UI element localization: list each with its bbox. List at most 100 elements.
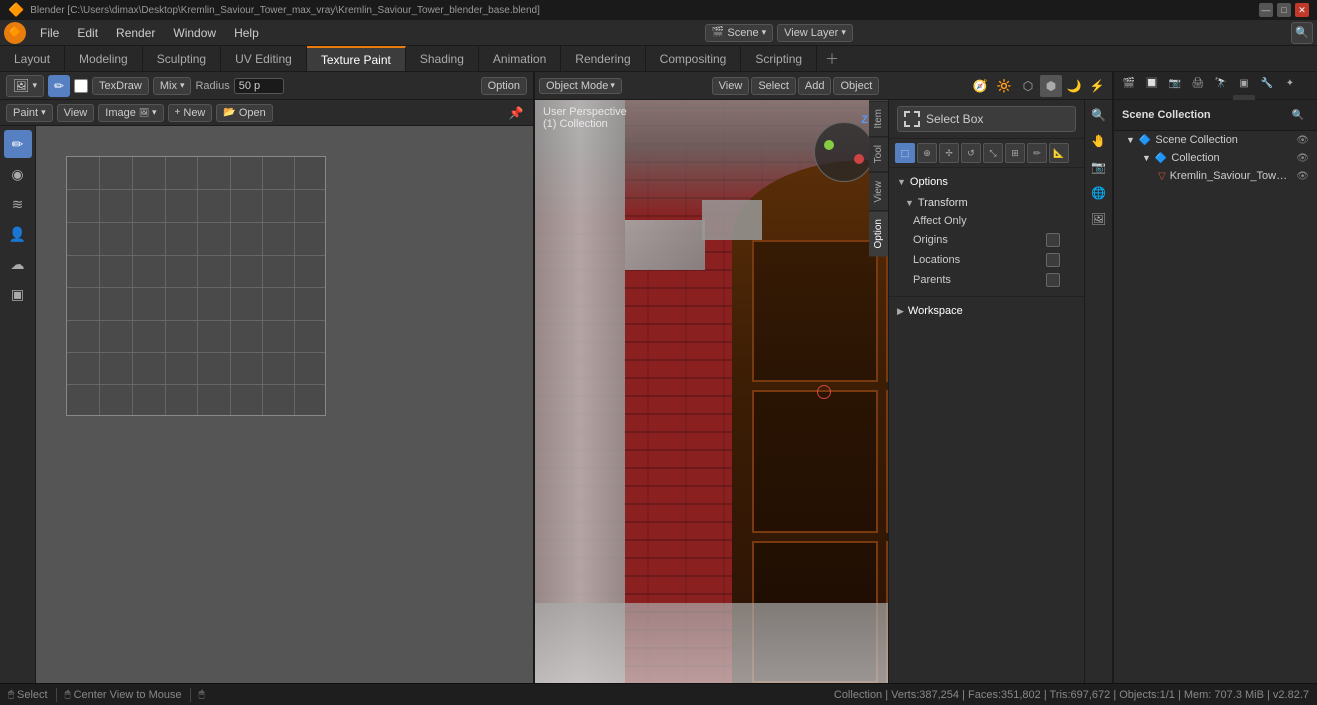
viewport-select-menu[interactable]: Select — [751, 77, 796, 95]
tool-fill[interactable]: ≋ — [4, 190, 32, 218]
options-header[interactable]: ▼ Options — [889, 172, 1084, 192]
prop-icon-renderlayer[interactable]: 🔲 — [1141, 72, 1163, 94]
sc-eye-scene[interactable]: 👁 — [1296, 135, 1309, 146]
sc-filter-btn[interactable]: 🔍 — [1287, 104, 1309, 126]
sc-eye-kremlin[interactable]: 👁 — [1296, 171, 1309, 182]
paint-menu-btn[interactable]: Paint ▾ — [6, 104, 53, 122]
menu-edit[interactable]: Edit — [69, 24, 106, 42]
tab-modeling[interactable]: Modeling — [65, 46, 143, 71]
menu-help[interactable]: Help — [226, 24, 267, 42]
radius-input[interactable] — [234, 78, 284, 94]
minimize-button[interactable]: — — [1259, 3, 1273, 17]
color-swatch[interactable] — [74, 79, 88, 93]
vp-zoom-in-btn[interactable]: 🔍 — [1088, 104, 1110, 126]
tool-icon-select[interactable]: ⬚ — [895, 143, 915, 163]
origins-checkbox[interactable] — [1046, 233, 1060, 247]
viewport-3d[interactable]: User Perspective (1) Collection Z 🔍 🤚 📷 … — [535, 100, 1112, 683]
sc-eye-coll[interactable]: 👁 — [1296, 153, 1309, 164]
tool-mask[interactable]: 👤 — [4, 220, 32, 248]
object-mode-dropdown[interactable]: Object Mode ▾ — [539, 78, 622, 94]
tab-sculpting[interactable]: Sculpting — [143, 46, 221, 71]
tool-smear[interactable]: ◉ — [4, 160, 32, 188]
status-center-view: 🖱 Center View to Mouse — [65, 689, 182, 701]
vp-render-btn[interactable]: 🖼 — [1088, 208, 1110, 230]
vp-camera-btn[interactable]: 📷 — [1088, 156, 1110, 178]
prop-icon-scene[interactable]: 🎬 — [1118, 72, 1140, 94]
tab-uv-editing[interactable]: UV Editing — [221, 46, 307, 71]
tool-icon-measure[interactable]: 📐 — [1049, 143, 1069, 163]
scene-selector[interactable]: 🎬 Scene ▾ — [705, 24, 773, 42]
open-btn[interactable]: 📂 Open — [216, 104, 272, 122]
new-btn[interactable]: + New — [168, 104, 213, 122]
menu-window[interactable]: Window — [165, 24, 224, 42]
tab-scripting[interactable]: Scripting — [741, 46, 817, 71]
blend-mode-btn[interactable]: Mix ▾ — [153, 77, 192, 95]
new-icon: + — [175, 107, 181, 118]
viewport-add-menu[interactable]: Add — [798, 77, 832, 95]
view-layer-selector[interactable]: View Layer ▾ — [777, 24, 853, 42]
draw-tool[interactable]: ✏ — [48, 75, 70, 97]
tool-icon-rotate[interactable]: ↺ — [961, 143, 981, 163]
add-workspace-button[interactable]: ＋ — [817, 45, 847, 73]
menu-file[interactable]: File — [32, 24, 67, 42]
workspace-header[interactable]: ▶ Workspace — [889, 301, 1084, 321]
pin-btn[interactable]: 📌 — [505, 102, 527, 124]
tab-layout[interactable]: Layout — [0, 46, 65, 71]
viewport-overlay-btn[interactable]: 🔆 — [993, 75, 1015, 97]
tool-icon-transform[interactable]: ⊞ — [1005, 143, 1025, 163]
viewport-object-menu[interactable]: Object — [833, 77, 879, 95]
sc-item-scene-collection[interactable]: ▼ 🔷 Scene Collection 👁 — [1114, 131, 1317, 149]
tab-texture-paint[interactable]: Texture Paint — [307, 46, 406, 71]
tool-icon-move[interactable]: ✢ — [939, 143, 959, 163]
n-tab-item[interactable]: Item — [869, 100, 888, 136]
prop-icon-modifiers[interactable]: 🔧 — [1256, 72, 1278, 94]
shading-rendered-btn[interactable]: 🌙 — [1063, 75, 1085, 97]
shading-wireframe-btn[interactable]: ⬡ — [1017, 75, 1039, 97]
prop-icon-render[interactable]: 📷 — [1164, 72, 1186, 94]
n-tab-tool[interactable]: Tool — [869, 136, 888, 171]
tool-draw[interactable]: ✏ — [4, 130, 32, 158]
tool-icon-annotate[interactable]: ✏ — [1027, 143, 1047, 163]
tab-animation[interactable]: Animation — [479, 46, 561, 71]
viewport-gizmo-btn[interactable]: 🧭 — [969, 75, 991, 97]
prop-icon-particles[interactable]: ✦ — [1279, 72, 1301, 94]
scene-collection-actions: 🔍 — [1287, 104, 1309, 126]
parents-checkbox[interactable] — [1046, 273, 1060, 287]
tab-rendering[interactable]: Rendering — [561, 46, 645, 71]
tool-icon-scale[interactable]: ⤡ — [983, 143, 1003, 163]
shading-eevee-btn[interactable]: ⚡ — [1086, 75, 1108, 97]
transform-header[interactable]: ▼ Transform — [889, 194, 1084, 212]
n-tab-view[interactable]: View — [869, 172, 888, 211]
sc-item-kremlin[interactable]: ▽ Kremlin_Saviour_Tower... 👁 — [1114, 167, 1317, 185]
option-btn[interactable]: Option — [481, 77, 527, 95]
maximize-button[interactable]: □ — [1277, 3, 1291, 17]
tab-shading[interactable]: Shading — [406, 46, 479, 71]
tool-icon-cursor[interactable]: ⊕ — [917, 143, 937, 163]
sc-item-collection[interactable]: ▼ 🔷 Collection 👁 — [1114, 149, 1317, 167]
viewport-view-menu[interactable]: View — [712, 77, 750, 95]
vp-hand-btn[interactable]: 🤚 — [1088, 130, 1110, 152]
editor-type-button[interactable]: 🖼 ▾ — [6, 75, 44, 97]
brush-name-btn[interactable]: TexDraw — [92, 77, 149, 95]
prop-icon-output[interactable]: 🖨 — [1187, 72, 1209, 94]
shading-solid-btn[interactable]: ⬢ — [1040, 75, 1062, 97]
n-tab-option[interactable]: Option — [869, 210, 888, 256]
image-menu-btn[interactable]: Image 🖼 ▾ — [98, 104, 163, 122]
vp-world-btn[interactable]: 🌐 — [1088, 182, 1110, 204]
affect-only-row: Affect Only — [889, 212, 1084, 230]
prop-icon-view[interactable]: 🔭 — [1210, 72, 1232, 94]
tab-compositing[interactable]: Compositing — [646, 46, 742, 71]
tool-sample[interactable]: ▣ — [4, 280, 32, 308]
close-button[interactable]: ✕ — [1295, 3, 1309, 17]
locations-checkbox[interactable] — [1046, 253, 1060, 267]
select-box-btn[interactable]: Select Box — [897, 106, 1076, 132]
menu-render[interactable]: Render — [108, 24, 163, 42]
view-menu-btn[interactable]: View — [57, 104, 95, 122]
prop-icon-object[interactable]: ▣ — [1233, 72, 1255, 94]
locations-row: Locations — [889, 250, 1084, 270]
uv-canvas[interactable] — [36, 126, 533, 683]
tool-clone[interactable]: ☁ — [4, 250, 32, 278]
right-side-panel: 🎬 🔲 📷 🖨 🔭 ▣ 🔧 ✦ ⚡ 🔗 📊 ● 🌐 🖌 Scene Collec… — [1112, 72, 1317, 683]
gizmo-y-dot — [824, 140, 834, 150]
search-button[interactable]: 🔍 — [1291, 22, 1313, 44]
